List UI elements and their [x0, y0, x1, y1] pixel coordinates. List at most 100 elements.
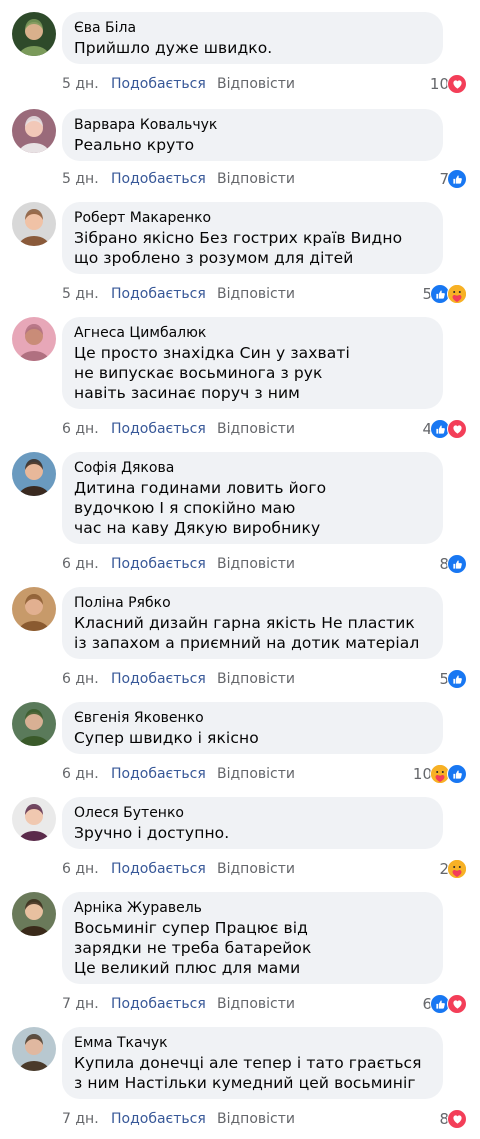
author-name[interactable]: Софія Дякова	[74, 459, 431, 477]
like-button[interactable]: Подобається	[111, 1109, 206, 1129]
comment-bubble: Олеся Бутенко Зручно і доступно.	[62, 797, 443, 849]
comment-time[interactable]: 6 дн.	[62, 419, 99, 439]
reaction-summary[interactable]: 8	[439, 554, 467, 574]
comment-bubble: Варвара Ковальчук Реально круто	[62, 109, 443, 161]
avatar[interactable]	[12, 702, 56, 746]
author-name[interactable]: Агнеса Цимбалюк	[74, 324, 431, 342]
avatar[interactable]	[12, 452, 56, 496]
reply-button[interactable]: Відповісти	[217, 284, 295, 304]
comment-time[interactable]: 6 дн.	[62, 554, 99, 574]
avatar[interactable]	[12, 1027, 56, 1071]
comment-time[interactable]: 6 дн.	[62, 764, 99, 784]
reaction-summary[interactable]: 8	[439, 1109, 467, 1129]
comment-actions: 7 дн. Подобається Відповісти 8	[62, 1109, 467, 1129]
comment-text-line: із запахом а приємний на дотик матеріал	[74, 634, 420, 652]
like-button[interactable]: Подобається	[111, 419, 206, 439]
reaction-summary[interactable]: 10	[413, 764, 467, 784]
author-name[interactable]: Емма Ткачук	[74, 1034, 431, 1052]
reaction-summary[interactable]: 7	[439, 169, 467, 189]
like-button[interactable]: Подобається	[111, 994, 206, 1014]
like-button[interactable]: Подобається	[111, 764, 206, 784]
author-name[interactable]: Роберт Макаренко	[74, 209, 431, 227]
comment-time[interactable]: 5 дн.	[62, 284, 99, 304]
love-icon	[447, 419, 467, 439]
like-icon	[447, 169, 467, 189]
comment-bubble: Емма Ткачук Купила донечці але тепер і та…	[62, 1027, 443, 1099]
comment-text-line: Дитина годинами ловить його	[74, 479, 327, 497]
comment-actions: 7 дн. Подобається Відповісти 6	[62, 994, 467, 1014]
reaction-summary[interactable]: 2	[439, 859, 467, 879]
comment-text: Зручно і доступно.	[74, 823, 431, 843]
author-name[interactable]: Арніка Журавель	[74, 899, 431, 917]
avatar[interactable]	[12, 892, 56, 936]
comment-text: Класний дизайн гарна якість Не пластик із…	[74, 613, 431, 653]
comment-text-line: час на каву Дякую виробнику	[74, 519, 321, 537]
comment-text-line: з ним Настільки кумедний цей восьминіг	[74, 1074, 416, 1092]
comment-text: Реально круто	[74, 135, 431, 155]
like-icon	[447, 554, 467, 574]
comment-actions: 6 дн. Подобається Відповісти 4	[62, 419, 467, 439]
author-name[interactable]: Поліна Рябко	[74, 594, 431, 612]
comment-text: Дитина годинами ловить його вудочкою І я …	[74, 478, 431, 538]
comment-text-line: що зроблено з розумом для дітей	[74, 249, 354, 267]
author-name[interactable]: Єва Біла	[74, 19, 431, 37]
like-button[interactable]: Подобається	[111, 554, 206, 574]
reaction-summary[interactable]: 4	[422, 419, 467, 439]
like-icon	[447, 764, 467, 784]
care-icon	[447, 284, 467, 304]
like-button[interactable]: Подобається	[111, 284, 206, 304]
comment-bubble: Поліна Рябко Класний дизайн гарна якість …	[62, 587, 443, 659]
like-button[interactable]: Подобається	[111, 859, 206, 879]
comment-text-line: Зручно і доступно.	[74, 824, 230, 842]
reaction-summary[interactable]: 5	[422, 284, 467, 304]
reply-button[interactable]: Відповісти	[217, 859, 295, 879]
reply-button[interactable]: Відповісти	[217, 1109, 295, 1129]
avatar[interactable]	[12, 12, 56, 56]
like-button[interactable]: Подобається	[111, 74, 206, 94]
avatar[interactable]	[12, 587, 56, 631]
reply-button[interactable]: Відповісти	[217, 169, 295, 189]
comment-time[interactable]: 5 дн.	[62, 169, 99, 189]
reply-button[interactable]: Відповісти	[217, 764, 295, 784]
comment-text: Це просто знахідка Син у захваті не випус…	[74, 343, 431, 403]
reply-button[interactable]: Відповісти	[217, 419, 295, 439]
reaction-summary[interactable]: 10	[430, 74, 467, 94]
comment-text-line: зарядки не треба батарейок	[74, 939, 312, 957]
reply-button[interactable]: Відповісти	[217, 74, 295, 94]
comment-actions: 5 дн. Подобається Відповісти 7	[62, 169, 467, 189]
author-name[interactable]: Євгенія Яковенко	[74, 709, 431, 727]
comment-bubble: Єва Біла Прийшло дуже швидко.	[62, 12, 443, 64]
avatar[interactable]	[12, 109, 56, 153]
comment-time[interactable]: 7 дн.	[62, 994, 99, 1014]
comment-time[interactable]: 6 дн.	[62, 859, 99, 879]
comment-time[interactable]: 7 дн.	[62, 1109, 99, 1129]
like-icon	[447, 669, 467, 689]
reply-button[interactable]: Відповісти	[217, 669, 295, 689]
avatar[interactable]	[12, 317, 56, 361]
like-button[interactable]: Подобається	[111, 669, 206, 689]
author-name[interactable]: Варвара Ковальчук	[74, 116, 431, 134]
love-icon	[447, 1109, 467, 1129]
comment-text-line: Реально круто	[74, 136, 195, 154]
comment-text-line: Це великий плюс для мами	[74, 959, 301, 977]
love-icon	[447, 994, 467, 1014]
comment-time[interactable]: 5 дн.	[62, 74, 99, 94]
reply-button[interactable]: Відповісти	[217, 554, 295, 574]
comment-text-line: не випускає восьминога з рук	[74, 364, 323, 382]
comment-text: Купила донечці але тепер і тато грається…	[74, 1053, 431, 1093]
reply-button[interactable]: Відповісти	[217, 994, 295, 1014]
comment-text-line: Купила донечці але тепер і тато грається	[74, 1054, 422, 1072]
comment-text: Восьминіг супер Працює від зарядки не тре…	[74, 918, 431, 978]
like-button[interactable]: Подобається	[111, 169, 206, 189]
comment-actions: 6 дн. Подобається Відповісти 2	[62, 859, 467, 879]
reaction-summary[interactable]: 6	[422, 994, 467, 1014]
avatar[interactable]	[12, 797, 56, 841]
comment-bubble: Роберт Макаренко Зібрано якісно Без гостр…	[62, 202, 443, 274]
comment-bubble: Арніка Журавель Восьминіг супер Працює ві…	[62, 892, 443, 984]
author-name[interactable]: Олеся Бутенко	[74, 804, 431, 822]
avatar[interactable]	[12, 202, 56, 246]
reaction-summary[interactable]: 5	[439, 669, 467, 689]
comment-time[interactable]: 6 дн.	[62, 669, 99, 689]
comment-text-line: Це просто знахідка Син у захваті	[74, 344, 350, 362]
comment-actions: 6 дн. Подобається Відповісти 5	[62, 669, 467, 689]
